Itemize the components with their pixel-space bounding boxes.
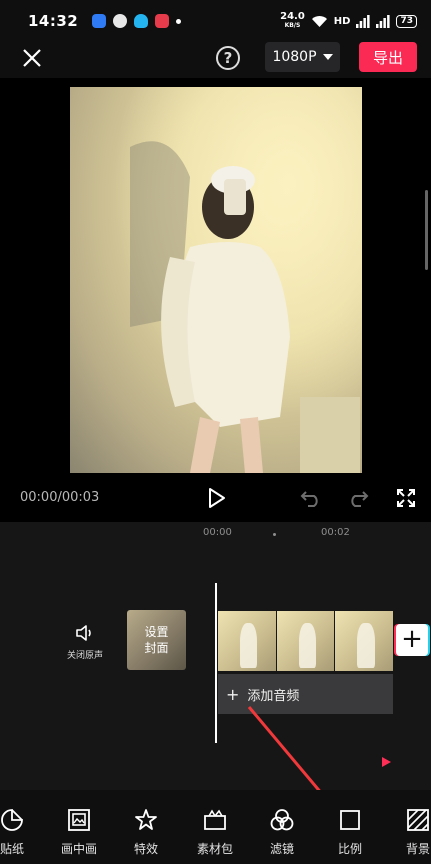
toolbar-label: 素材包: [196, 842, 233, 856]
toolbar-item-effects[interactable]: 特效: [116, 808, 176, 857]
material-pack-icon: [204, 809, 226, 830]
clip-thumbnail: [218, 611, 276, 671]
sticker-icon: [1, 809, 23, 831]
more-notifications-icon: [176, 18, 182, 24]
toolbar-label: 背景: [405, 842, 430, 856]
add-audio-label: 添加音频: [247, 688, 300, 704]
bottom-toolbar: 贴纸 画中画 特效 素材包 滤镜 比例 背景: [0, 790, 431, 864]
toolbar-label: 比例: [337, 842, 362, 856]
clip-thumbnail: [335, 611, 394, 671]
playback-time: 00:00/00:03: [20, 490, 100, 505]
speaker-icon: [76, 625, 91, 641]
toolbar-item-pip[interactable]: 画中画: [49, 808, 109, 857]
toolbar-item-ratio[interactable]: 比例: [320, 808, 380, 857]
toolbar-item-sticker[interactable]: 贴纸: [0, 808, 42, 857]
mute-original-audio-button[interactable]: 关闭原声: [62, 624, 108, 661]
battery-level: 73: [396, 14, 417, 28]
picture-in-picture-icon: [68, 809, 90, 831]
photo-content: [70, 87, 362, 473]
resolution-value: 1080P: [272, 49, 317, 65]
preview-image[interactable]: [70, 87, 362, 473]
status-time: 14:32: [28, 12, 79, 30]
mute-label: 关闭原声: [66, 651, 103, 661]
toolbar-item-background[interactable]: 背景: [388, 808, 431, 857]
toolbar-label: 特效: [133, 842, 158, 856]
filter-icon: [270, 809, 294, 831]
editor-top-bar: ? 1080P 导出: [0, 38, 431, 78]
play-icon[interactable]: [205, 487, 227, 509]
status-bar: 14:32 24.0 KB/S HD 73: [0, 0, 431, 42]
toolbar-label: 滤镜: [269, 842, 294, 856]
plus-icon: +: [226, 684, 240, 704]
wifi-icon: [311, 15, 327, 27]
toolbar-label: 贴纸: [0, 842, 24, 856]
timeline-tick: 00:02: [321, 527, 350, 538]
set-cover-label: 设置 封面: [144, 624, 168, 656]
set-cover-label-line: 设置: [144, 625, 169, 639]
ratio-icon: [340, 810, 360, 830]
qq-icon: [134, 14, 149, 28]
signal-icon: [376, 14, 391, 28]
set-cover-label-line: 封面: [144, 641, 169, 655]
hd-label: HD: [333, 15, 351, 27]
timeline-tick: 00:00: [203, 527, 232, 538]
video-preview: [0, 78, 431, 522]
app-icon: [92, 14, 107, 28]
playhead[interactable]: [215, 583, 217, 743]
star-effects-icon: [135, 809, 157, 830]
help-button[interactable]: ?: [216, 46, 240, 70]
clip-thumbnail: [276, 611, 335, 671]
export-button[interactable]: 导出: [359, 42, 417, 72]
background-icon: [407, 809, 429, 831]
toolbar-label: 画中画: [60, 842, 97, 856]
signal-icon: [356, 14, 371, 28]
app-icon: [155, 14, 170, 28]
scrollbar[interactable]: [425, 190, 428, 270]
undo-icon[interactable]: [300, 488, 322, 508]
video-clip[interactable]: [218, 611, 394, 671]
timeline-tick-dot: [273, 533, 276, 536]
set-cover-button[interactable]: 设置 封面: [127, 610, 186, 670]
toolbar-item-filter[interactable]: 滤镜: [252, 808, 312, 857]
network-speed: 24.0 KB/S: [280, 12, 305, 30]
resolution-dropdown[interactable]: 1080P: [265, 42, 340, 72]
network-speed-unit: KB/S: [284, 22, 301, 29]
notification-icons: [92, 14, 182, 28]
chevron-down-icon: [322, 54, 333, 60]
toolbar-item-material-pack[interactable]: 素材包: [185, 808, 245, 857]
close-icon[interactable]: [22, 48, 42, 68]
add-audio-button[interactable]: + 添加音频: [218, 674, 393, 714]
add-clip-button[interactable]: +: [396, 624, 428, 656]
redo-icon[interactable]: [347, 488, 369, 508]
red-triangle-marker: [382, 757, 391, 767]
fullscreen-icon[interactable]: [396, 488, 416, 508]
wechat-icon: [113, 14, 128, 28]
network-speed-value: 24.0: [280, 11, 305, 22]
